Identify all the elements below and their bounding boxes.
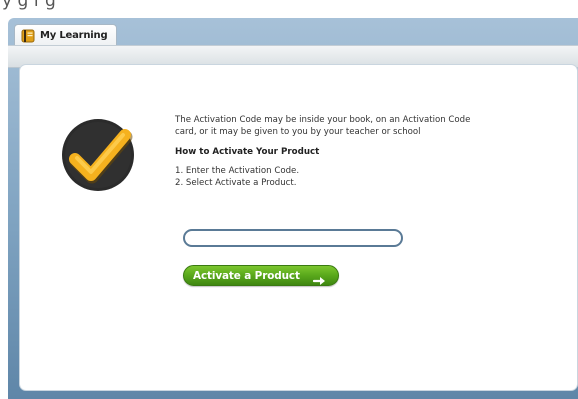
activate-button-label: Activate a Product bbox=[193, 269, 300, 282]
page-header-text: y g f g bbox=[2, 0, 56, 11]
notebook-icon bbox=[21, 29, 35, 43]
tab-my-learning[interactable]: My Learning bbox=[14, 24, 118, 46]
activate-product-button[interactable]: Activate a Product bbox=[183, 265, 339, 286]
activation-info-line-2: card, or it may be given to you by your … bbox=[175, 127, 421, 137]
step-item: 2. Select Activate a Product. bbox=[175, 178, 297, 188]
content-panel: The Activation Code may be inside your b… bbox=[19, 64, 578, 391]
app-frame: My Learning The Activation Code may be i… bbox=[8, 18, 578, 399]
activation-info-line-1: The Activation Code may be inside your b… bbox=[175, 115, 471, 125]
activation-code-input[interactable] bbox=[183, 229, 403, 247]
steps-list: 1. Enter the Activation Code. 2. Select … bbox=[175, 165, 515, 189]
instructions-block: The Activation Code may be inside your b… bbox=[175, 114, 515, 189]
checkmark-icon bbox=[61, 118, 135, 192]
tab-label: My Learning bbox=[40, 30, 108, 41]
page-header-fragment: y g f g bbox=[0, 0, 578, 20]
step-item: 1. Enter the Activation Code. bbox=[175, 166, 300, 176]
how-to-activate-heading: How to Activate Your Product bbox=[175, 147, 320, 157]
arrow-right-icon bbox=[312, 271, 327, 285]
